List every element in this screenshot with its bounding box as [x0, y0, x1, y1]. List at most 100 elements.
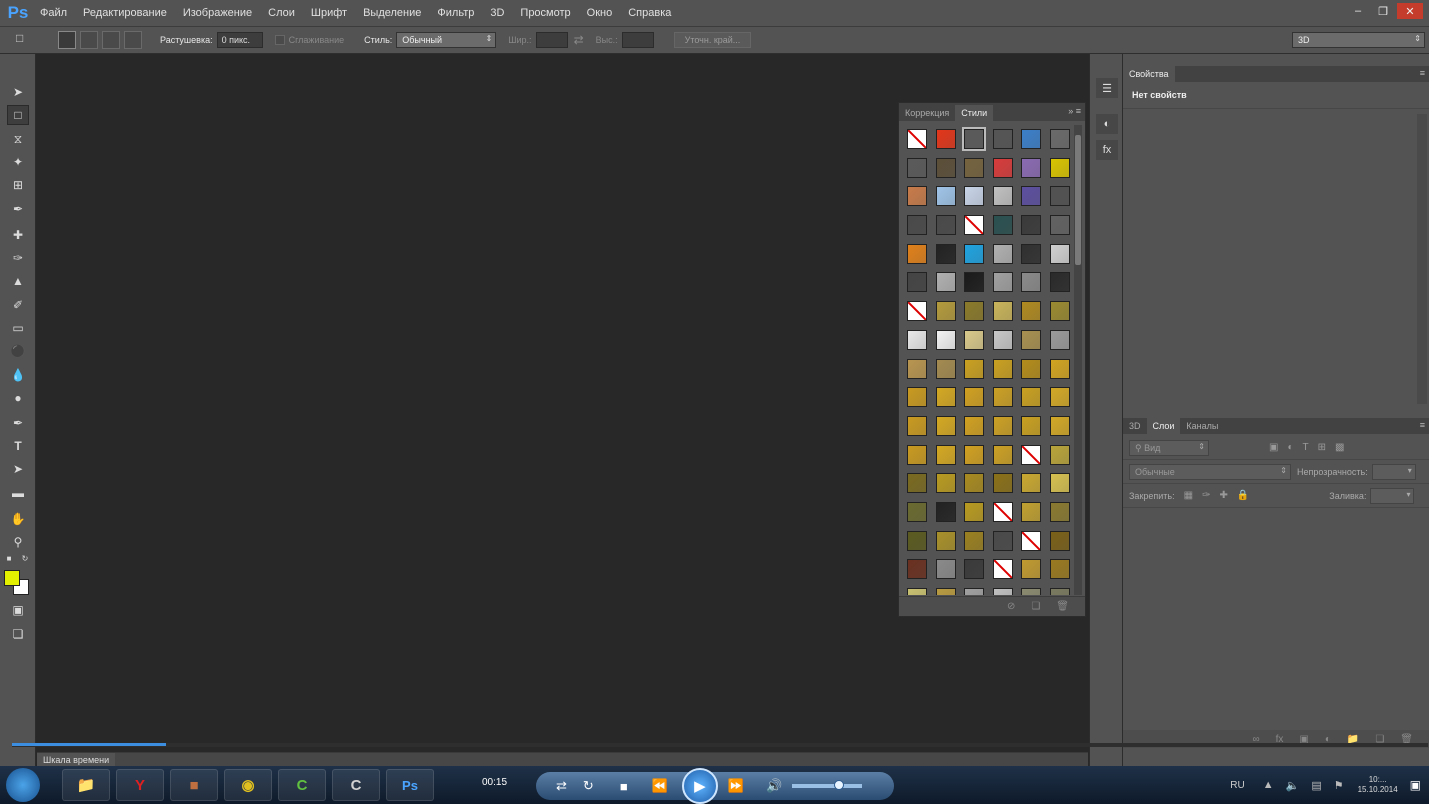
menu-file[interactable]: Файл — [32, 0, 75, 26]
close-icon[interactable]: ✕ — [1397, 3, 1423, 19]
style-swatch[interactable] — [903, 498, 932, 527]
style-swatch[interactable] — [989, 383, 1018, 412]
style-swatch[interactable] — [903, 182, 932, 211]
video-progress-bar[interactable] — [12, 743, 1428, 747]
style-swatch[interactable] — [989, 326, 1018, 355]
subtract-selection-icon[interactable] — [102, 31, 120, 49]
style-swatch[interactable] — [1017, 469, 1046, 498]
dodge-tool-icon[interactable]: ● — [7, 388, 29, 408]
shuffle-icon[interactable]: ⇄ — [556, 778, 567, 794]
style-swatch[interactable] — [1046, 268, 1074, 297]
volume-knob[interactable] — [834, 780, 845, 790]
style-swatch[interactable] — [1017, 182, 1046, 211]
style-swatch[interactable] — [989, 527, 1018, 556]
swap-dimensions-icon[interactable]: ⇄ — [574, 33, 584, 47]
style-swatch[interactable] — [960, 355, 989, 384]
style-swatch[interactable] — [932, 326, 961, 355]
default-colors-icon[interactable]: ■ — [3, 553, 15, 563]
menu-select[interactable]: Выделение — [355, 0, 429, 26]
style-swatch[interactable] — [960, 154, 989, 183]
style-swatch[interactable] — [989, 441, 1018, 470]
fill-input[interactable]: ▾ — [1370, 487, 1415, 504]
style-swatch[interactable] — [989, 584, 1018, 595]
style-swatch[interactable] — [1017, 527, 1046, 556]
screen-mode-icon[interactable]: ❏ — [7, 624, 29, 644]
smart-object-filter-icon[interactable]: ▩ — [1335, 442, 1344, 453]
volume-slider[interactable] — [792, 780, 863, 790]
style-swatch[interactable] — [1017, 412, 1046, 441]
height-input[interactable] — [621, 32, 654, 48]
width-input[interactable] — [535, 32, 568, 48]
rewind-icon[interactable]: ⏪ — [652, 778, 668, 794]
style-swatch[interactable] — [989, 297, 1018, 326]
style-swatch[interactable] — [932, 355, 961, 384]
camtasia-recorder-app-icon[interactable]: C — [332, 769, 380, 801]
style-swatch[interactable] — [960, 297, 989, 326]
new-selection-icon[interactable] — [58, 31, 76, 49]
style-swatch[interactable] — [903, 527, 932, 556]
style-swatch[interactable] — [903, 383, 932, 412]
type-filter-icon[interactable]: T — [1303, 442, 1309, 453]
volume-icon[interactable]: 🔊 — [766, 778, 782, 794]
style-swatch[interactable] — [1046, 584, 1074, 595]
clear-style-icon[interactable]: ⊘ — [1007, 601, 1015, 612]
style-swatch[interactable] — [1046, 469, 1074, 498]
explorer-app-icon[interactable]: 📁 — [62, 769, 110, 801]
style-swatch[interactable] — [989, 211, 1018, 240]
yandex-app-icon[interactable]: Y — [116, 769, 164, 801]
style-swatch[interactable] — [932, 412, 961, 441]
antialias-checkbox[interactable] — [274, 35, 285, 45]
style-swatch[interactable] — [932, 584, 961, 595]
style-swatch[interactable] — [932, 498, 961, 527]
fast-forward-icon[interactable]: ⏩ — [728, 778, 744, 794]
language-indicator[interactable]: RU — [1230, 780, 1244, 791]
style-swatch[interactable] — [960, 555, 989, 584]
style-swatch[interactable] — [960, 240, 989, 269]
tab-3d[interactable]: 3D — [1123, 418, 1147, 434]
scrollbar-thumb[interactable] — [1075, 135, 1081, 265]
menu-window[interactable]: Окно — [579, 0, 621, 26]
tab-timeline[interactable]: Шкала времени — [37, 753, 116, 767]
style-swatch[interactable] — [1046, 441, 1074, 470]
style-swatch[interactable] — [932, 268, 961, 297]
pixel-filter-icon[interactable]: ▣ — [1269, 442, 1278, 453]
style-swatch[interactable] — [932, 527, 961, 556]
lock-position-icon[interactable]: ✚ — [1219, 490, 1227, 501]
style-swatch[interactable] — [989, 182, 1018, 211]
style-swatch[interactable] — [960, 441, 989, 470]
style-swatch[interactable] — [1017, 441, 1046, 470]
style-swatch[interactable] — [1017, 268, 1046, 297]
style-swatch[interactable] — [932, 441, 961, 470]
styles-scrollbar[interactable] — [1074, 125, 1082, 595]
style-swatch[interactable] — [1046, 527, 1074, 556]
swap-colors-icon[interactable]: ↻ — [19, 553, 31, 563]
adjustment-filter-icon[interactable]: ◐ — [1287, 442, 1293, 453]
style-swatch[interactable] — [1017, 584, 1046, 595]
style-swatch[interactable] — [1017, 326, 1046, 355]
adjust-icon[interactable]: ◐ — [1096, 114, 1118, 134]
style-swatch[interactable] — [960, 469, 989, 498]
eraser-tool-icon[interactable]: ▭ — [7, 318, 29, 338]
lock-pixels-icon[interactable]: ✑ — [1202, 490, 1210, 501]
style-swatch[interactable] — [989, 469, 1018, 498]
workspace-select[interactable]: 3D ⇕ — [1292, 32, 1425, 48]
style-swatch[interactable] — [989, 498, 1018, 527]
style-swatch[interactable] — [903, 211, 932, 240]
delete-style-icon[interactable]: 🗑 — [1056, 601, 1069, 612]
style-swatch[interactable] — [932, 240, 961, 269]
style-swatch[interactable] — [1046, 412, 1074, 441]
style-swatch[interactable] — [903, 412, 932, 441]
blend-mode-select[interactable]: Обычные ⇕ — [1129, 463, 1291, 480]
style-swatch[interactable] — [932, 211, 961, 240]
layer-filter-select[interactable]: ⚲ Вид ⇕ — [1129, 439, 1209, 456]
style-swatch[interactable] — [1017, 211, 1046, 240]
style-select[interactable]: Обычный ⇕ — [396, 32, 497, 48]
refine-edge-button[interactable]: Уточн. край... — [673, 32, 752, 48]
menu-help[interactable]: Справка — [620, 0, 679, 26]
style-swatch[interactable] — [932, 297, 961, 326]
style-swatch[interactable] — [1046, 383, 1074, 412]
style-swatch[interactable] — [960, 584, 989, 595]
lock-all-icon[interactable]: 🔒 — [1237, 490, 1249, 501]
style-swatch[interactable] — [960, 412, 989, 441]
repeat-icon[interactable]: ↻ — [583, 778, 594, 794]
